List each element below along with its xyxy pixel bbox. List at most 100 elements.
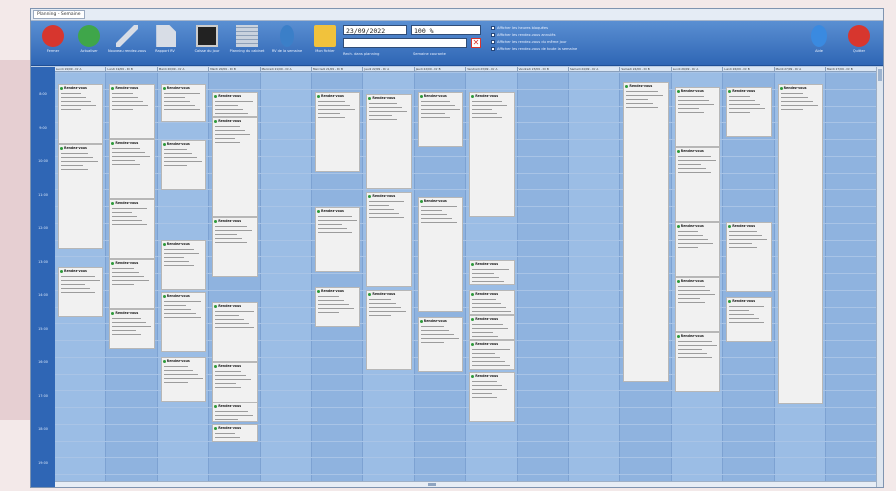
appointment-block[interactable]: Rendez-vous <box>212 117 258 217</box>
column-header[interactable]: Jeudi 22/09 - Dr A <box>363 67 415 72</box>
column-header[interactable]: Mardi 20/09 - Dr A <box>158 67 210 72</box>
appointment-block[interactable]: Rendez-vous <box>212 217 258 277</box>
appointment-block[interactable]: Rendez-vous <box>160 140 207 190</box>
appointment-block[interactable]: Rendez-vous <box>417 92 464 147</box>
option-whole-week[interactable]: Afficher les rendez-vous de toute la sem… <box>491 46 691 52</box>
appointment-block[interactable]: Rendez-vous <box>109 259 155 309</box>
appointment-block[interactable]: Rendez-vous <box>674 87 721 147</box>
appointment-block[interactable]: Rendez-vous <box>674 222 721 277</box>
appointment-block[interactable]: Rendez-vous <box>160 292 207 352</box>
cash-button[interactable]: Caisse du jour <box>187 24 227 64</box>
horizontal-scrollbar-thumb[interactable] <box>428 483 436 486</box>
column-header[interactable]: Vendredi 23/09 - Dr A <box>466 67 518 72</box>
close-button[interactable]: Fermer <box>33 24 73 64</box>
date-field[interactable]: 23/09/2022 <box>343 25 407 35</box>
appointment-block[interactable]: Rendez-vous <box>212 402 258 422</box>
appointment-block[interactable]: Rendez-vous <box>469 315 515 340</box>
report-button[interactable]: Rapport RV <box>145 24 185 64</box>
appointment-block[interactable]: Rendez-vous <box>212 302 258 362</box>
column-header[interactable]: Lundi 19/09 - Dr A <box>55 67 107 72</box>
appointment-block[interactable]: Rendez-vous <box>109 309 155 349</box>
day-column[interactable] <box>569 72 621 487</box>
column-header[interactable]: Vendredi 23/09 - Dr B <box>518 67 569 72</box>
column-header[interactable]: Mercredi 21/09 - Dr B <box>312 67 364 72</box>
column-header[interactable]: Jeudi 22/09 - Dr B <box>415 67 467 72</box>
appointment-block[interactable]: Rendez-vous <box>109 199 155 259</box>
appointment-block[interactable]: Rendez-vous <box>212 424 258 442</box>
column-header[interactable]: Lundi 19/09 - Dr B <box>106 67 158 72</box>
horizontal-scrollbar[interactable] <box>55 481 876 487</box>
appointment-block[interactable]: Rendez-vous <box>58 267 104 317</box>
checkbox[interactable] <box>491 47 495 51</box>
option-blocked-hours[interactable]: Afficher les heures bloquées <box>491 25 691 31</box>
appointment-block[interactable]: Rendez-vous <box>109 139 155 199</box>
column-header[interactable]: Lundi 26/09 - Dr B <box>723 67 775 72</box>
day-column[interactable] <box>260 72 312 487</box>
appointment-block[interactable]: Rendez-vous <box>417 317 464 372</box>
appointment-block[interactable]: Rendez-vous <box>469 260 515 285</box>
clear-search-icon[interactable]: ✕ <box>471 38 481 48</box>
appointment-block[interactable]: Rendez-vous <box>315 207 361 272</box>
appointment-block[interactable]: Rendez-vous <box>674 332 721 392</box>
appointment-block[interactable]: Rendez-vous <box>212 92 258 117</box>
column-header[interactable]: Mardi 20/09 - Dr B <box>209 67 261 72</box>
appointment-block[interactable]: Rendez-vous <box>160 357 207 402</box>
search-input[interactable] <box>343 38 467 48</box>
office-planning-button[interactable]: Planning du cabinet <box>227 24 267 64</box>
column-header[interactable]: Mercredi 21/09 - Dr A <box>261 67 312 72</box>
checkbox[interactable] <box>491 40 495 44</box>
appointment-block[interactable]: Rendez-vous <box>469 290 515 315</box>
week-appointments-button[interactable]: RV de la semaine <box>267 24 307 64</box>
day-column[interactable] <box>826 72 878 487</box>
patient-icon <box>419 94 423 98</box>
vertical-scrollbar-thumb[interactable] <box>878 69 882 81</box>
appointment-block[interactable]: Rendez-vous <box>366 192 412 287</box>
appointment-block[interactable]: Rendez-vous <box>366 290 412 370</box>
help-button[interactable]: Aide <box>799 24 839 64</box>
appointment-title-text: Rendez-vous <box>475 292 499 296</box>
appointment-block[interactable]: Rendez-vous <box>315 92 361 172</box>
appointment-detail-line <box>677 286 705 287</box>
column-header[interactable]: Samedi 24/09 - Dr A <box>569 67 621 72</box>
appointment-block[interactable]: Rendez-vous <box>674 277 721 332</box>
checkbox[interactable] <box>491 33 495 37</box>
appointment-block[interactable]: Rendez-vous <box>58 144 104 249</box>
appointment-block[interactable]: Rendez-vous <box>469 372 515 422</box>
option-cancelled[interactable]: Afficher les rendez-vous annulés <box>491 32 691 38</box>
appointment-block[interactable]: Rendez-vous <box>212 362 258 407</box>
appointment-detail-line <box>215 319 245 320</box>
appointment-detail-line <box>215 242 248 243</box>
appointment-block[interactable]: Rendez-vous <box>109 84 155 139</box>
refresh-button[interactable]: Actualiser <box>69 24 109 64</box>
appointment-block[interactable]: Rendez-vous <box>160 84 207 122</box>
my-file-button[interactable]: Mon fichier <box>305 24 345 64</box>
appointment-block[interactable]: Rendez-vous <box>777 84 823 404</box>
day-column[interactable] <box>517 72 569 487</box>
appointment-block[interactable]: Rendez-vous <box>366 94 412 189</box>
column-header[interactable]: Mardi 27/09 - Dr A <box>775 67 826 72</box>
current-week-label[interactable]: Semaine courante <box>413 52 446 56</box>
column-header[interactable]: Mardi 27/09 - Dr B <box>826 67 878 72</box>
appointment-block[interactable]: Rendez-vous <box>726 87 772 137</box>
appointment-block[interactable]: Rendez-vous <box>469 340 515 370</box>
column-header[interactable]: Lundi 26/09 - Dr A <box>672 67 724 72</box>
appointment-block[interactable]: Rendez-vous <box>417 197 464 312</box>
appointment-block[interactable]: Rendez-vous <box>726 222 772 292</box>
quit-button[interactable]: Quitter <box>839 24 879 64</box>
window-tab[interactable]: Planning - Semaine <box>33 10 85 19</box>
appointment-block[interactable]: Rendez-vous <box>469 92 515 217</box>
appointment-block[interactable]: Rendez-vous <box>623 82 669 382</box>
checkbox[interactable] <box>491 26 495 30</box>
vertical-scrollbar[interactable] <box>876 67 883 487</box>
appointment-block[interactable]: Rendez-vous <box>160 240 207 290</box>
appointment-block[interactable]: Rendez-vous <box>58 84 104 144</box>
new-appointment-button[interactable]: Nouveau rendez-vous <box>107 24 147 64</box>
option-same-day[interactable]: Afficher les rendez-vous du même jour <box>491 39 691 45</box>
appointment-detail-line <box>472 299 497 300</box>
appointment-block[interactable]: Rendez-vous <box>726 297 772 342</box>
close-red-icon <box>42 25 64 47</box>
column-header[interactable]: Samedi 24/09 - Dr B <box>620 67 672 72</box>
appointment-block[interactable]: Rendez-vous <box>674 147 721 222</box>
appointment-block[interactable]: Rendez-vous <box>315 287 361 327</box>
zoom-field[interactable]: 100 % <box>411 25 481 35</box>
